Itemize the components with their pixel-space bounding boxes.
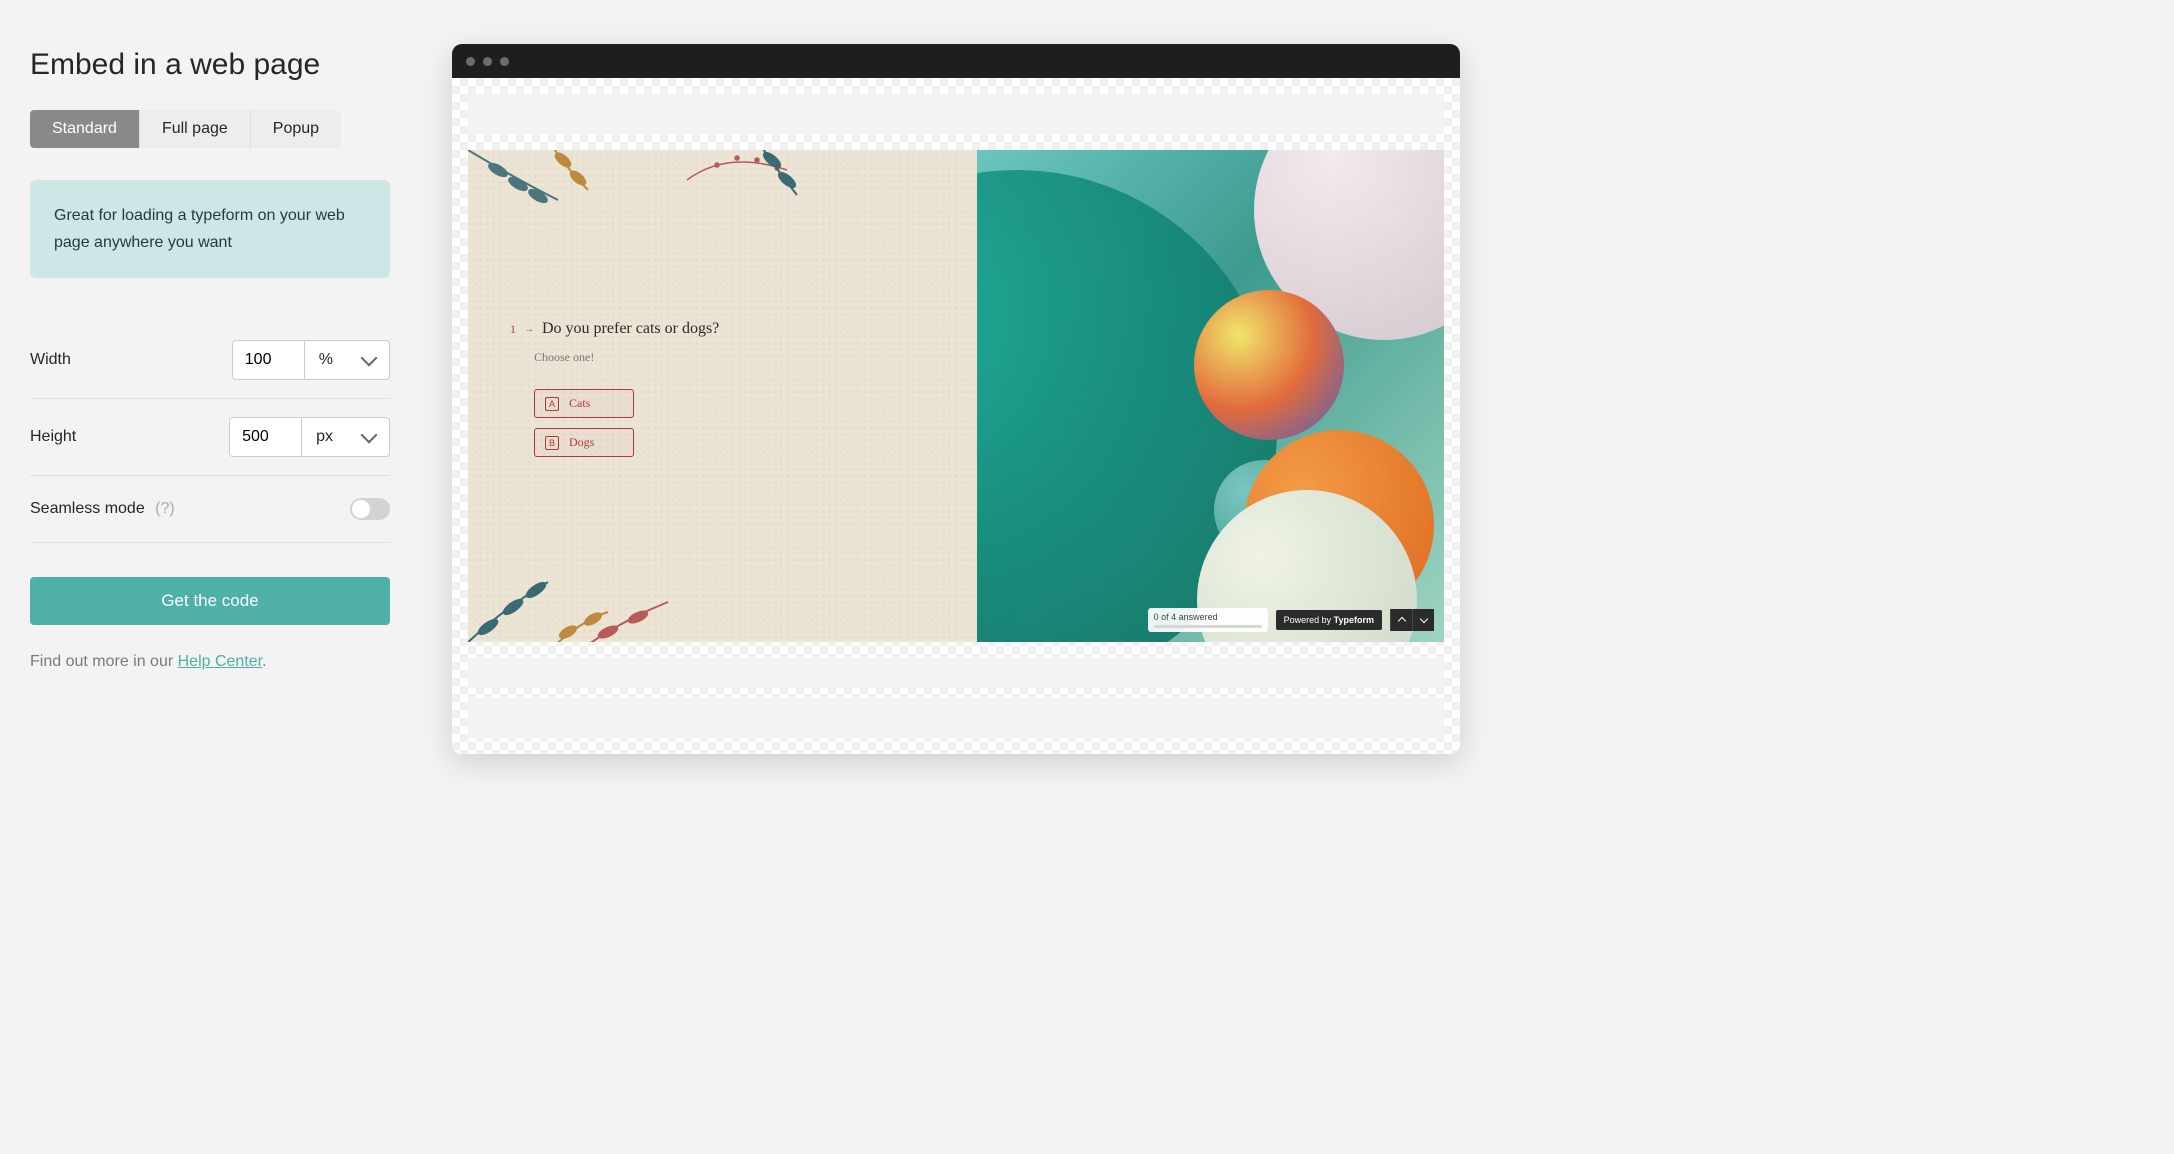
height-unit-text: px [316, 428, 333, 446]
toggle-knob [352, 500, 370, 518]
form-image-pane: 0 of 4 answered Powered by Typeform [977, 150, 1444, 642]
width-input-group: % [232, 340, 390, 380]
help-line: Find out more in our Help Center. [30, 653, 390, 671]
tab-standard[interactable]: Standard [30, 110, 140, 148]
settings-panel: Embed in a web page Standard Full page P… [0, 0, 420, 800]
height-input[interactable] [230, 418, 302, 456]
progress-track [1154, 625, 1262, 628]
width-label: Width [30, 351, 71, 369]
chevron-down-icon [361, 427, 378, 444]
leaf-decoration-icon [468, 532, 738, 642]
width-unit-select[interactable]: % [305, 341, 389, 379]
placeholder-bar [468, 94, 1444, 134]
powered-brand: Typeform [1334, 615, 1374, 625]
arrow-right-icon: → [524, 324, 534, 335]
width-input[interactable] [233, 341, 305, 379]
chevron-up-icon [1397, 617, 1405, 625]
info-box: Great for loading a typeform on your web… [30, 180, 390, 278]
chevron-down-icon [1419, 615, 1427, 623]
height-unit-select[interactable]: px [302, 418, 389, 456]
seamless-label: Seamless mode [30, 500, 145, 517]
traffic-light-icon [500, 57, 509, 66]
page-mock: 1 → Do you prefer cats or dogs? Choose o… [452, 78, 1460, 754]
tab-full-page[interactable]: Full page [140, 110, 251, 148]
prev-button[interactable] [1390, 609, 1412, 631]
question-text: Do you prefer cats or dogs? [542, 320, 719, 338]
question-number: 1 [510, 322, 516, 337]
seamless-label-wrap: Seamless mode (?) [30, 500, 175, 518]
chevron-down-icon [361, 350, 378, 367]
page-title: Embed in a web page [30, 48, 390, 82]
powered-prefix: Powered by [1284, 615, 1334, 625]
form-question-pane: 1 → Do you prefer cats or dogs? Choose o… [468, 150, 977, 642]
seamless-row: Seamless mode (?) [30, 476, 390, 543]
tab-popup[interactable]: Popup [251, 110, 341, 148]
height-row: Height px [30, 399, 390, 476]
leaf-decoration-icon [677, 150, 837, 220]
placeholder-bar [468, 698, 1444, 738]
browser-titlebar [452, 44, 1460, 78]
preview-area: 1 → Do you prefer cats or dogs? Choose o… [420, 0, 1500, 800]
question-row: 1 → Do you prefer cats or dogs? [510, 320, 977, 338]
height-label: Height [30, 428, 76, 446]
progress-box: 0 of 4 answered [1148, 608, 1268, 632]
form-footer: 0 of 4 answered Powered by Typeform [1148, 608, 1434, 632]
bubble-decoration-icon [1194, 290, 1344, 440]
leaf-decoration-icon [468, 150, 658, 260]
traffic-light-icon [483, 57, 492, 66]
get-code-button[interactable]: Get the code [30, 577, 390, 625]
powered-by-badge[interactable]: Powered by Typeform [1276, 610, 1382, 630]
progress-text: 0 of 4 answered [1154, 612, 1262, 622]
traffic-light-icon [466, 57, 475, 66]
width-row: Width % [30, 322, 390, 399]
embed-mode-tabs: Standard Full page Popup [30, 110, 341, 148]
help-icon[interactable]: (?) [155, 500, 175, 517]
placeholder-group [468, 658, 1444, 738]
help-center-link[interactable]: Help Center [178, 653, 263, 670]
browser-mock: 1 → Do you prefer cats or dogs? Choose o… [452, 44, 1460, 754]
next-button[interactable] [1412, 609, 1434, 631]
help-prefix: Find out more in our [30, 653, 178, 670]
placeholder-bar [468, 658, 1444, 688]
height-input-group: px [229, 417, 390, 457]
width-unit-text: % [319, 351, 333, 369]
seamless-toggle[interactable] [350, 498, 390, 520]
help-suffix: . [262, 653, 266, 670]
form-nav [1390, 609, 1434, 631]
typeform-embed: 1 → Do you prefer cats or dogs? Choose o… [468, 150, 1444, 642]
